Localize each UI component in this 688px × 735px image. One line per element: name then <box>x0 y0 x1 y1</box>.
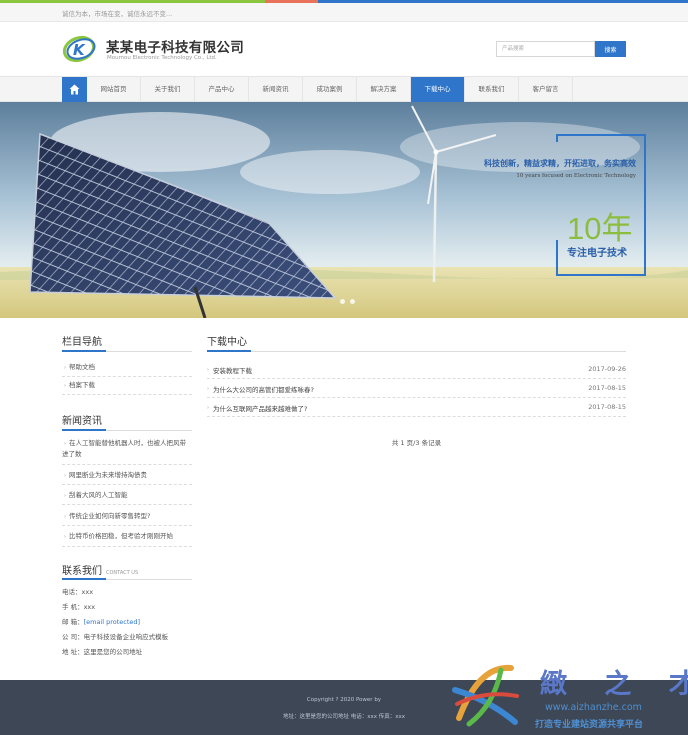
company-name[interactable]: 某某电子科技有限公司 <box>106 36 244 56</box>
contact-company: 公 司：电子科技设备企业响应式模板 <box>62 633 169 641</box>
bullet-arrow-icon: › <box>64 514 66 520</box>
article-title[interactable]: 为什么大公司的高管们都爱练咏春? <box>213 384 314 394</box>
svg-text:K: K <box>73 41 86 59</box>
sidebar-contact-title: 联系我们 CONTACT US <box>62 566 139 577</box>
nav-home-button[interactable] <box>62 77 87 102</box>
page-title-divider <box>207 350 626 352</box>
sidebar-news-item[interactable]: › 传统企业如何向新零售转型? <box>62 511 192 526</box>
article-date: 2017-08-15 <box>588 384 626 392</box>
top-slogan: 诚信为本，市场在变，诚信永远不变... <box>62 10 173 18</box>
bullet-arrow-icon: › <box>64 365 66 371</box>
nav-item-cases[interactable]: 成功案例 <box>303 77 357 102</box>
banner-dot[interactable] <box>350 299 355 304</box>
contact-address: 地 址：这里是您的公司地址 <box>62 648 143 656</box>
top-stripe-green <box>0 0 265 3</box>
sidebar-news-item[interactable]: › 在人工智能替他机器人时，也被人把风带进了数 <box>62 438 192 465</box>
sidebar-news-title: 新闻资讯 <box>62 416 102 427</box>
bullet-arrow-icon: › <box>64 441 66 447</box>
bullet-arrow-icon: › <box>64 493 66 499</box>
banner-pagination <box>340 299 355 304</box>
top-stripe-red <box>265 0 318 3</box>
sidebar-contact-title-en: CONTACT US <box>106 570 139 576</box>
sidebar-news-divider <box>62 429 192 431</box>
bullet-arrow-icon: › <box>64 534 66 540</box>
company-name-en: Moumou Electronic Technology Co., Ltd. <box>107 55 217 61</box>
nav-item-solutions[interactable]: 解决方案 <box>357 77 411 102</box>
nav-item-messages[interactable]: 客户留言 <box>519 77 573 102</box>
banner-subtitle: 10 years focused on Electronic Technolog… <box>516 173 636 179</box>
bullet-arrow-icon: › <box>207 386 209 392</box>
search-button[interactable]: 搜索 <box>595 41 626 57</box>
bullet-arrow-icon: › <box>64 473 66 479</box>
article-title[interactable]: 安装教程下载 <box>213 365 252 375</box>
watermark-url: www.aizhanzhe.com <box>545 702 642 713</box>
watermark-logo-icon <box>452 664 519 727</box>
article-date: 2017-08-15 <box>588 403 626 411</box>
sidebar-category-divider <box>62 350 192 352</box>
hero-banner[interactable]: 科技创新，精益求精，开拓进取，务实高效 10 years focused on … <box>0 102 688 318</box>
bullet-arrow-icon: › <box>207 367 209 373</box>
pagination-info: 共 1 页/3 条记录 <box>391 439 442 447</box>
banner-years: 10年 <box>567 211 633 246</box>
main-nav: 网站首页 关于我们 产品中心 新闻资讯 成功案例 解决方案 下载中心 联系我们 … <box>0 76 688 102</box>
page-title: 下载中心 <box>207 337 247 348</box>
sidebar-category-title: 栏目导航 <box>62 337 102 348</box>
nav-item-about[interactable]: 关于我们 <box>141 77 195 102</box>
home-icon <box>69 84 80 95</box>
sidebar-news-item[interactable]: › 比特币价格回稳，但考验才刚刚开始 <box>62 531 192 547</box>
article-date: 2017-09-26 <box>588 365 626 373</box>
nav-item-products[interactable]: 产品中心 <box>195 77 249 102</box>
bullet-arrow-icon: › <box>64 383 66 389</box>
article-row[interactable]: › 安装教程下载 2017-09-26 <box>207 360 626 379</box>
search-input[interactable] <box>496 41 595 57</box>
contact-email-link[interactable]: [email protected] <box>84 618 141 626</box>
banner-slogan: 科技创新，精益求精，开拓进取，务实高效 <box>484 159 636 168</box>
watermark-slogan: 打造专业建站资源共享平台 <box>535 720 644 730</box>
sidebar-category-item[interactable]: › 帮助文档 <box>62 362 192 377</box>
nav-item-home[interactable]: 网站首页 <box>87 77 141 102</box>
sidebar-contact-divider <box>62 578 192 580</box>
article-title[interactable]: 为什么互联网产品越来越难做了? <box>213 403 307 413</box>
sidebar-news-item[interactable]: › 网里断业为未来增持淘债贵 <box>62 470 192 485</box>
contact-mobile: 手 机：xxx <box>62 603 96 611</box>
contact-email: 邮 箱：[email protected] <box>62 618 141 626</box>
banner-dot[interactable] <box>340 299 345 304</box>
bullet-arrow-icon: › <box>207 405 209 411</box>
article-row[interactable]: › 为什么大公司的高管们都爱练咏春? 2017-08-15 <box>207 379 626 398</box>
site-header: K 某某电子科技有限公司 Moumou Electronic Technolog… <box>0 22 688 76</box>
article-row[interactable]: › 为什么互联网产品越来越难做了? 2017-08-15 <box>207 398 626 417</box>
banner-tagline: 专注电子技术 <box>567 248 627 259</box>
sidebar-category-item[interactable]: › 档案下载 <box>62 380 192 395</box>
top-stripe-blue <box>318 0 688 3</box>
sidebar-news-item[interactable]: › 刮着大风的人工智能 <box>62 490 192 505</box>
nav-item-news[interactable]: 新闻资讯 <box>249 77 303 102</box>
watermark-name: 緻 之 才 <box>540 669 688 700</box>
top-bar: 诚信为本，市场在变，诚信永远不变... <box>0 0 688 22</box>
nav-item-contact[interactable]: 联系我们 <box>465 77 519 102</box>
nav-item-downloads[interactable]: 下载中心 <box>411 77 465 102</box>
contact-phone: 电话：xxx <box>62 588 94 596</box>
company-logo-icon[interactable]: K <box>62 34 98 64</box>
